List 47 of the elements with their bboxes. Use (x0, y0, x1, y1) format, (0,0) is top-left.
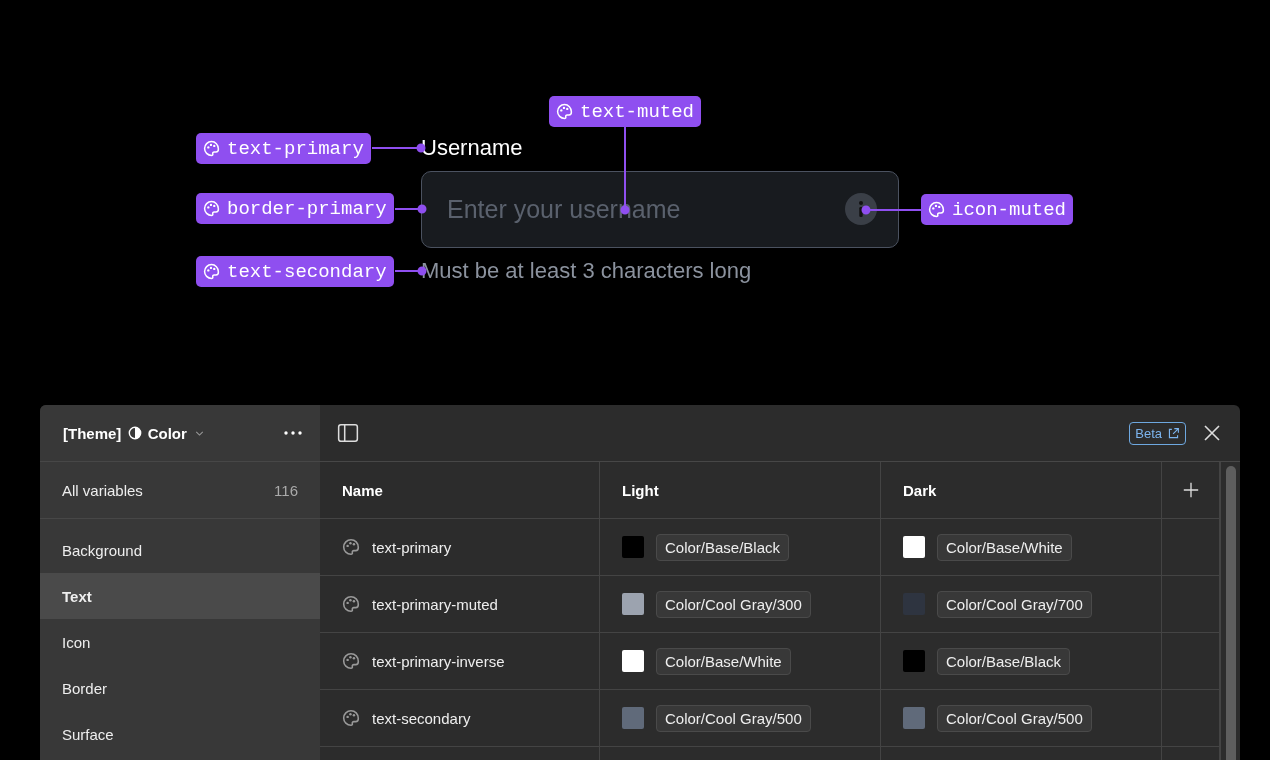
half-circle-icon (127, 426, 142, 440)
sidebar-item[interactable]: Border (40, 665, 320, 711)
beta-link[interactable]: Beta (1129, 421, 1186, 445)
value-chip[interactable]: Color/Cool Gray/500 (656, 704, 811, 732)
sidebar-item[interactable]: Background (40, 527, 320, 573)
column-header: Name (342, 481, 383, 499)
value-chip[interactable]: Color/Base/Black (656, 533, 790, 561)
value-chip[interactable]: Color/Cool Gray/700 (937, 590, 1092, 618)
palette-icon (342, 652, 360, 670)
value-chip[interactable]: Color/Base/White (656, 647, 791, 675)
token-label: text-secondary (227, 260, 387, 283)
column-header: Dark (903, 481, 937, 499)
palette-icon (342, 709, 360, 727)
item-count: 116 (274, 481, 298, 499)
external-link-icon (1167, 426, 1180, 440)
token-label: text-primary (227, 137, 364, 160)
palette-icon (203, 263, 220, 280)
column-header: Light (622, 481, 659, 499)
variable-name: text-primary-muted (372, 595, 498, 613)
palette-icon (203, 200, 220, 217)
sidebar-toggle-icon[interactable] (337, 422, 359, 444)
value-chip[interactable]: Color/Base/Black (937, 647, 1071, 675)
item-label: All variables (62, 481, 143, 499)
sidebar-item[interactable]: Surface (40, 711, 320, 757)
variable-name: text-primary-inverse (372, 652, 505, 670)
token-label: border-primary (227, 197, 387, 220)
palette-icon (342, 595, 360, 613)
sidebar-item[interactable]: Icon (40, 619, 320, 665)
token-label: text-muted (580, 100, 695, 123)
scrollbar[interactable] (1226, 466, 1236, 760)
collection-dropdown[interactable]: [Theme] Color (63, 424, 206, 442)
sidebar-item[interactable]: Text (40, 573, 320, 619)
info-icon[interactable] (845, 193, 877, 225)
palette-icon (556, 103, 573, 120)
token-label: icon-muted (952, 198, 1067, 221)
palette-icon (203, 140, 220, 157)
value-chip[interactable]: Color/Cool Gray/500 (937, 704, 1092, 732)
close-icon[interactable] (1202, 423, 1222, 443)
value-chip[interactable]: Color/Cool Gray/300 (656, 590, 811, 618)
add-icon[interactable] (1181, 481, 1200, 499)
value-chip[interactable]: Color/Base/White (937, 533, 1072, 561)
variable-name: text-secondary (372, 709, 471, 727)
variable-name: text-primary (372, 538, 452, 556)
palette-icon (928, 201, 945, 218)
sidebar-item[interactable]: All variables 116 (40, 462, 320, 519)
palette-icon (342, 538, 360, 556)
field-label: Username (421, 135, 523, 161)
